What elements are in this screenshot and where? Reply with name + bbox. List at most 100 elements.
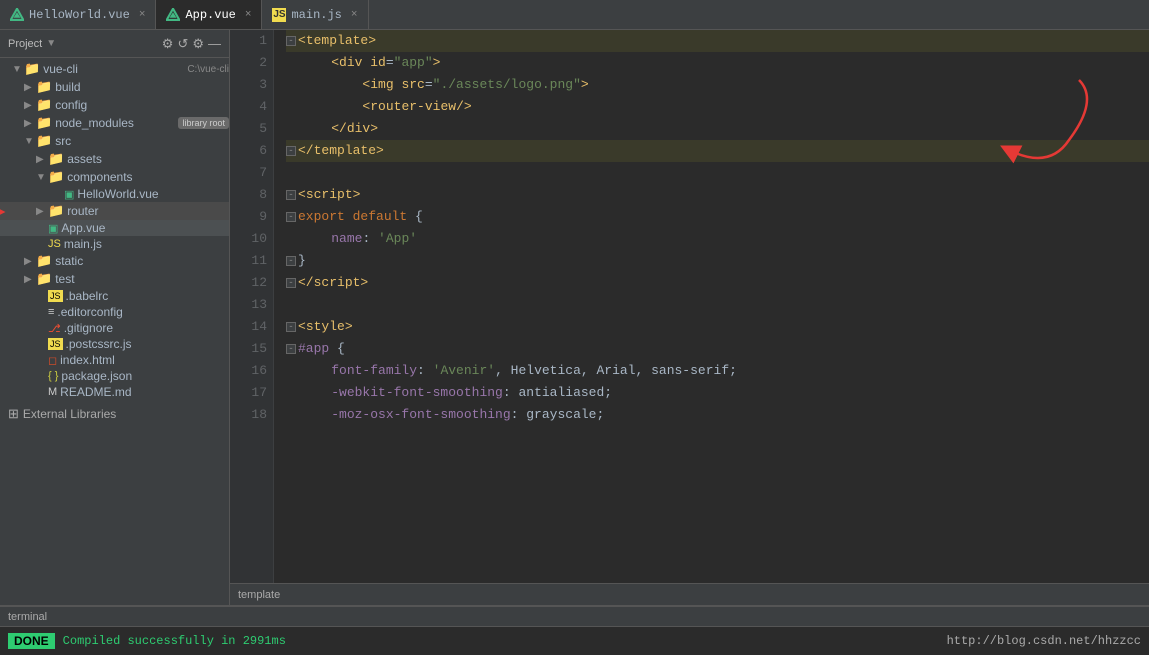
- tab-app-close[interactable]: ×: [245, 9, 252, 21]
- tree-arrow-root: ▼: [12, 64, 24, 75]
- external-libraries[interactable]: ⊞ External Libraries: [0, 404, 229, 424]
- tab-main[interactable]: JS main.js ×: [262, 0, 368, 29]
- fold-btn-9[interactable]: -: [286, 212, 296, 222]
- tree-src[interactable]: ▼ 📁 src: [0, 132, 229, 150]
- folder-icon-test: 📁: [36, 271, 52, 287]
- fold-btn-1[interactable]: -: [286, 36, 296, 46]
- vue-icon: [10, 8, 24, 22]
- tab-helloworld-label: HelloWorld.vue: [29, 8, 130, 22]
- tree-arrow-assets: ▶: [36, 154, 48, 165]
- tab-app[interactable]: App.vue ×: [156, 0, 262, 29]
- library-root-badge: library root: [178, 117, 229, 129]
- code-line-8: - <script>: [286, 184, 1149, 206]
- bottom-bar: template: [230, 583, 1149, 605]
- editor-content[interactable]: 1 2 3 4 5 6 7 8 9 10 11 12 13 14 15 16 1…: [230, 30, 1149, 583]
- tree-node-modules[interactable]: ▶ 📁 node_modules library root: [0, 114, 229, 132]
- tree-router[interactable]: ▶ 📁 router: [0, 202, 229, 220]
- tree-label-test: test: [55, 272, 229, 286]
- tree-static[interactable]: ▶ 📁 static: [0, 252, 229, 270]
- tree-editorconfig[interactable]: ▶ ≡ .editorconfig: [0, 304, 229, 320]
- tree-arrow-config: ▶: [24, 100, 36, 111]
- tab-main-close[interactable]: ×: [351, 9, 358, 21]
- code-line-18: -moz-osx-font-smoothing: grayscale;: [286, 404, 1149, 426]
- settings-icon[interactable]: ⚙: [192, 36, 204, 52]
- fold-btn-15[interactable]: -: [286, 344, 296, 354]
- tree-assets[interactable]: ▶ 📁 assets: [0, 150, 229, 168]
- ln-7: 7: [236, 162, 267, 184]
- sidebar-dropdown-arrow[interactable]: ▼: [46, 38, 56, 49]
- sync-icon[interactable]: ↺: [177, 36, 188, 52]
- vue-icon-2: [166, 8, 180, 22]
- terminal-url: http://blog.csdn.net/hhzzcc: [947, 634, 1141, 648]
- tree-arrow-static: ▶: [24, 256, 36, 267]
- terminal-area: terminal DONE Compiled successfully in 2…: [0, 605, 1149, 655]
- fold-btn-8[interactable]: -: [286, 190, 296, 200]
- code-line-13: [286, 294, 1149, 316]
- tree-label-gitignore: .gitignore: [64, 321, 229, 335]
- tree-arrow-test: ▶: [24, 274, 36, 285]
- vue-file-icon-hw: ▣: [64, 188, 74, 201]
- tree-label-nodemodules: node_modules: [55, 116, 174, 130]
- tab-helloworld-close[interactable]: ×: [139, 9, 146, 21]
- code-area[interactable]: - <template> <div id="app"> <img src="./…: [274, 30, 1149, 583]
- gear-icon[interactable]: ⚙: [162, 36, 174, 52]
- done-badge: DONE: [8, 633, 55, 649]
- tree-indexhtml[interactable]: ▶ ◻ index.html: [0, 352, 229, 368]
- tree-babelrc[interactable]: ▶ JS .babelrc: [0, 288, 229, 304]
- sidebar-header: Project ▼ ⚙ ↺ ⚙ —: [0, 30, 229, 58]
- tree-appvue[interactable]: ▶ ▣ App.vue: [0, 220, 229, 236]
- tree-label-editorconfig: .editorconfig: [57, 305, 229, 319]
- rc-file-icon-babel: JS: [48, 290, 63, 302]
- html-file-icon: ◻: [48, 354, 57, 367]
- sidebar-title: Project: [8, 38, 42, 50]
- ln-4: 4: [236, 96, 267, 118]
- fold-btn-12[interactable]: -: [286, 278, 296, 288]
- code-line-5: </div>: [286, 118, 1149, 140]
- tree-label-mainjs: main.js: [64, 237, 229, 251]
- tab-helloworld[interactable]: HelloWorld.vue ×: [0, 0, 156, 29]
- external-libs-label: External Libraries: [23, 407, 116, 421]
- tree-label-static: static: [55, 254, 229, 268]
- folder-icon-router: 📁: [48, 203, 64, 219]
- tree-readme[interactable]: ▶ M README.md: [0, 384, 229, 400]
- code-line-7: [286, 162, 1149, 184]
- fold-btn-14[interactable]: -: [286, 322, 296, 332]
- line-numbers: 1 2 3 4 5 6 7 8 9 10 11 12 13 14 15 16 1…: [230, 30, 274, 583]
- tree-label-packagejson: package.json: [61, 369, 229, 383]
- root-path: C:\vue-cli: [187, 64, 229, 75]
- fold-btn-11[interactable]: -: [286, 256, 296, 266]
- tree-config[interactable]: ▶ 📁 config: [0, 96, 229, 114]
- ln-13: 13: [236, 294, 267, 316]
- terminal-content: DONE Compiled successfully in 2991ms htt…: [0, 627, 1149, 655]
- collapse-icon[interactable]: —: [208, 36, 221, 51]
- tree-gitignore[interactable]: ▶ ⎇ .gitignore: [0, 320, 229, 336]
- tab-app-label: App.vue: [185, 8, 235, 22]
- terminal-message: Compiled successfully in 2991ms: [63, 634, 286, 648]
- tree-test[interactable]: ▶ 📁 test: [0, 270, 229, 288]
- folder-icon-assets: 📁: [48, 151, 64, 167]
- tree-helloworld[interactable]: ▶ ▣ HelloWorld.vue: [0, 186, 229, 202]
- bottom-label: template: [238, 589, 280, 601]
- ln-6: 6: [236, 140, 267, 162]
- tree-root[interactable]: ▼ 📁 vue-cli C:\vue-cli: [0, 60, 229, 78]
- tree-components[interactable]: ▼ 📁 components: [0, 168, 229, 186]
- fold-btn-6[interactable]: -: [286, 146, 296, 156]
- main-area: Project ▼ ⚙ ↺ ⚙ — ▼ 📁 vue-cli C:\vue-cli: [0, 30, 1149, 605]
- tree-build[interactable]: ▶ 📁 build: [0, 78, 229, 96]
- tree-arrow-router: ▶: [36, 206, 48, 217]
- ln-8: 8: [236, 184, 267, 206]
- sidebar: Project ▼ ⚙ ↺ ⚙ — ▼ 📁 vue-cli C:\vue-cli: [0, 30, 230, 605]
- tree-arrow-components: ▼: [36, 172, 48, 183]
- tree-packagejson[interactable]: ▶ { } package.json: [0, 368, 229, 384]
- code-line-17: -webkit-font-smoothing: antialiased;: [286, 382, 1149, 404]
- tree-postcssrc[interactable]: ▶ JS .postcssrc.js: [0, 336, 229, 352]
- tree-label-vuecli: vue-cli: [43, 62, 183, 76]
- git-file-icon: ⎇: [48, 322, 61, 335]
- tree-label-assets: assets: [67, 152, 229, 166]
- code-line-15: - #app {: [286, 338, 1149, 360]
- tree-label-helloworld: HelloWorld.vue: [77, 187, 229, 201]
- terminal-header: terminal: [0, 607, 1149, 627]
- tab-main-label: main.js: [291, 8, 341, 22]
- tree-mainjs[interactable]: ▶ JS main.js: [0, 236, 229, 252]
- tree-label-router: router: [67, 204, 229, 218]
